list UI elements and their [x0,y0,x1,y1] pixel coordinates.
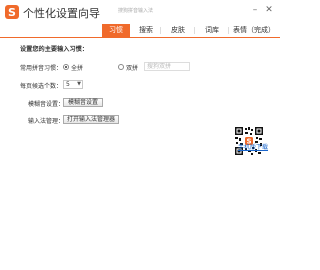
tab-lexicon[interactable]: 词库 [198,24,226,37]
ime-manager-label: 输入法管理： [28,118,65,125]
tab-divider [160,27,161,34]
tab-habits[interactable]: 习惯 [102,24,130,37]
tab-divider [194,27,195,34]
mobile-download-link[interactable]: 手机版下载 [238,142,268,151]
tab-divider [228,27,229,34]
tab-emoji-finish[interactable]: 表情（完成） [230,24,278,37]
window-subtitle: 搜狗拼音输入法 [118,8,154,14]
qr-code-icon: S [234,126,264,156]
svg-text:S: S [8,6,16,19]
tab-bar: 习惯 搜索 皮肤 词库 表情（完成） [0,24,280,38]
tab-search[interactable]: 搜索 [134,24,158,37]
minimize-icon[interactable]: – [250,5,260,15]
candidates-label: 每页候选个数： [20,83,63,90]
window-title: 个性化设置向导 [23,7,100,20]
candidates-select[interactable]: 5 ▼ [63,80,83,89]
pinyin-habit-label: 常用拼音习惯： [20,65,63,72]
sogou-logo-icon: S [5,5,19,19]
chevron-down-icon: ▼ [77,81,81,87]
shuangpin-radio[interactable] [118,64,124,70]
section-title: 设置您的主要输入习惯： [20,46,89,53]
candidates-value: 5 [66,81,70,88]
tab-skin[interactable]: 皮肤 [164,24,192,37]
close-icon[interactable]: ✕ [264,5,274,15]
open-ime-manager-button[interactable]: 打开输入法管理器 [63,115,119,124]
shuangpin-scheme-select[interactable]: 搜狗双拼 [144,62,190,71]
title-bar: S 个性化设置向导 搜狗拼音输入法 – ✕ [0,0,280,24]
quanpin-label[interactable]: 全拼 [71,63,83,72]
shuangpin-label[interactable]: 双拼 [126,63,138,72]
fuzzy-label: 模糊音设置： [28,101,65,108]
shuangpin-scheme-value: 搜狗双拼 [147,63,172,70]
quanpin-radio[interactable] [63,64,69,70]
fuzzy-settings-button[interactable]: 模糊音设置 [63,98,103,107]
